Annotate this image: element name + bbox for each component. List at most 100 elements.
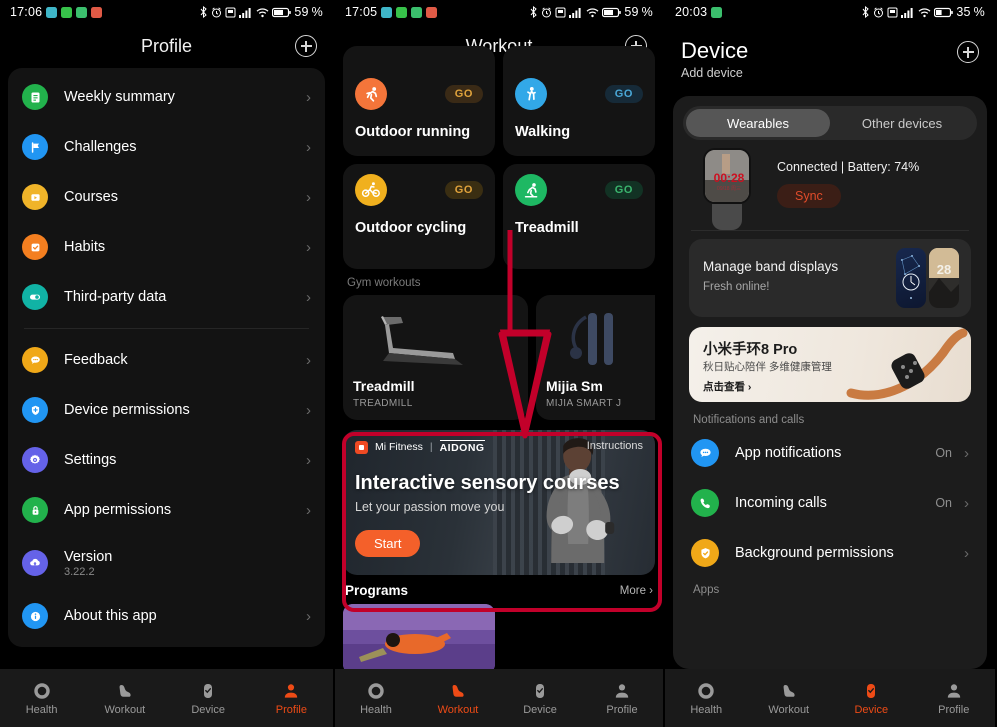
watch-face-stars xyxy=(896,248,926,308)
shield-plus-icon xyxy=(22,397,48,423)
nav-tab-device[interactable]: Device xyxy=(830,681,913,716)
nav-tab-workout[interactable]: Workout xyxy=(748,681,831,716)
sidebar-item-version[interactable]: Version 3.22.2 xyxy=(8,535,325,591)
connected-device-row[interactable]: 00:28 09/18 周三 Connected | Battery: 74% … xyxy=(683,140,977,230)
banner-instructions-link[interactable]: Instructions xyxy=(587,440,643,452)
sidebar-item-challenges[interactable]: Challenges › xyxy=(8,122,325,172)
nav-label: Workout xyxy=(437,703,479,716)
nav-tab-profile[interactable]: Profile xyxy=(250,681,333,716)
sidebar-item-feedback[interactable]: Feedback › xyxy=(8,335,325,385)
shield-check-icon xyxy=(691,539,719,567)
watch-face-mountain: 28 xyxy=(929,248,959,308)
workout-card-outdoor-running[interactable]: GO Outdoor running xyxy=(343,46,495,156)
gym-card-treadmill[interactable]: Treadmill TREADMILL xyxy=(343,295,528,420)
nav-tab-device[interactable]: Device xyxy=(167,681,250,716)
nav-label: Profile xyxy=(275,703,307,716)
chevron-right-icon: › xyxy=(964,494,969,512)
tab-wearables[interactable]: Wearables xyxy=(686,109,830,137)
sidebar-item-label: App permissions xyxy=(64,502,172,518)
go-badge[interactable]: GO xyxy=(444,85,483,103)
status-time: 17:06 xyxy=(10,5,43,19)
sidebar-item-weekly-summary[interactable]: Weekly summary › xyxy=(8,72,325,122)
promo-link[interactable]: 点击查看 › xyxy=(703,379,751,394)
nav-tab-device[interactable]: Device xyxy=(499,681,581,716)
device-header: Device Add device xyxy=(665,24,995,86)
chevron-right-icon: › xyxy=(306,288,311,306)
percent-sign: % xyxy=(973,5,985,19)
nav-tab-profile[interactable]: Profile xyxy=(581,681,663,716)
interactive-sensory-courses-banner[interactable]: Mi Fitness | AIDONG Instructions Interac… xyxy=(343,430,655,575)
download-icon xyxy=(61,6,73,18)
chevron-right-icon: › xyxy=(964,444,969,462)
card-top: GO xyxy=(515,78,643,110)
section-title-notifications: Notifications and calls xyxy=(693,414,805,426)
page-title: Device xyxy=(681,38,749,63)
band-card-title: Manage band displays xyxy=(703,259,839,274)
nav-tab-health[interactable]: Health xyxy=(335,681,417,716)
sidebar-item-label: Habits xyxy=(64,239,106,255)
device-row-background-permissions[interactable]: Background permissions › xyxy=(683,528,977,578)
nav-label: Workout xyxy=(768,703,810,716)
banner-subhead: Let your passion move you xyxy=(355,500,505,514)
workout-card-row-1: GO Outdoor running GO Walking xyxy=(343,46,655,156)
sidebar-item-settings[interactable]: Settings › xyxy=(8,435,325,485)
nav-label: Health xyxy=(360,703,392,716)
workout-card-label: Walking xyxy=(515,124,571,140)
add-button[interactable] xyxy=(295,35,317,57)
mi-band-8-pro-promo-card[interactable]: 小米手环8 Pro 秋日贴心陪伴 多维健康管理 点击查看 › xyxy=(689,327,971,402)
photos-icon xyxy=(91,6,103,18)
sidebar-item-courses[interactable]: Courses › xyxy=(8,172,325,222)
sidebar-item-app-permissions[interactable]: App permissions › xyxy=(8,485,325,535)
sidebar-item-about-this-app[interactable]: About this app › xyxy=(8,591,325,641)
go-badge[interactable]: GO xyxy=(604,181,643,199)
sidebar-item-label: Settings xyxy=(64,452,117,468)
chevron-right-icon: › xyxy=(306,188,311,206)
gym-card-mijia-smart[interactable]: Mijia Sm MIJIA SMART J xyxy=(536,295,655,420)
tab-other-devices[interactable]: Other devices xyxy=(830,109,974,137)
treadmill-runner-icon xyxy=(515,174,547,206)
watch-face-photo: 00:28 09/18 周三 xyxy=(705,150,749,202)
band-product-photo xyxy=(846,328,968,400)
go-badge[interactable]: GO xyxy=(604,85,643,103)
device-row-label: Background permissions xyxy=(735,545,894,561)
device-row-value: On xyxy=(935,446,952,460)
manage-band-displays-card[interactable]: Manage band displays Fresh online! 28 xyxy=(689,239,971,317)
sidebar-item-habits[interactable]: Habits › xyxy=(8,222,325,272)
device-row-app-notifications[interactable]: App notifications On › xyxy=(683,428,977,478)
status-bar-right: 59% xyxy=(199,5,323,19)
page-title: Profile xyxy=(140,35,193,56)
device-row-incoming-calls[interactable]: Incoming calls On › xyxy=(683,478,977,528)
workout-card-walking[interactable]: GO Walking xyxy=(503,46,655,156)
add-device-button[interactable] xyxy=(957,41,979,63)
banner-brand-row: Mi Fitness | AIDONG xyxy=(355,440,485,454)
nav-tab-workout[interactable]: Workout xyxy=(417,681,499,716)
chevron-right-icon: › xyxy=(306,238,311,256)
nav-tab-workout[interactable]: Workout xyxy=(83,681,166,716)
program-video-card[interactable] xyxy=(343,604,495,674)
alarm-icon xyxy=(212,7,222,17)
sync-button[interactable]: Sync xyxy=(777,184,841,208)
status-bar-right: 35% xyxy=(861,5,985,19)
nav-label: Device xyxy=(854,703,889,716)
chevron-right-icon: › xyxy=(306,138,311,156)
ring-icon xyxy=(33,682,50,699)
download-icon xyxy=(396,6,408,18)
nav-label: Device xyxy=(523,703,557,716)
programs-more-link[interactable]: More › xyxy=(620,585,653,597)
workout-card-treadmill[interactable]: GO Treadmill xyxy=(503,164,655,269)
workout-card-outdoor-cycling[interactable]: GO Outdoor cycling xyxy=(343,164,495,269)
go-badge[interactable]: GO xyxy=(444,181,483,199)
nav-tab-profile[interactable]: Profile xyxy=(913,681,996,716)
band-card-subtitle: Fresh online! xyxy=(703,281,770,293)
sidebar-item-third-party-data[interactable]: Third-party data › xyxy=(8,272,325,322)
sidebar-item-device-permissions[interactable]: Device permissions › xyxy=(8,385,325,435)
wifi-icon xyxy=(586,7,599,17)
battery-percent: 59 xyxy=(294,5,309,19)
banner-start-button[interactable]: Start xyxy=(355,530,421,557)
nav-tab-health[interactable]: Health xyxy=(665,681,748,716)
sidebar-item-label: Challenges xyxy=(64,139,137,155)
nav-tab-health[interactable]: Health xyxy=(0,681,83,716)
nav-label: Profile xyxy=(606,703,638,716)
treadmill-device-icon xyxy=(381,316,463,365)
signal-icon xyxy=(239,7,251,18)
